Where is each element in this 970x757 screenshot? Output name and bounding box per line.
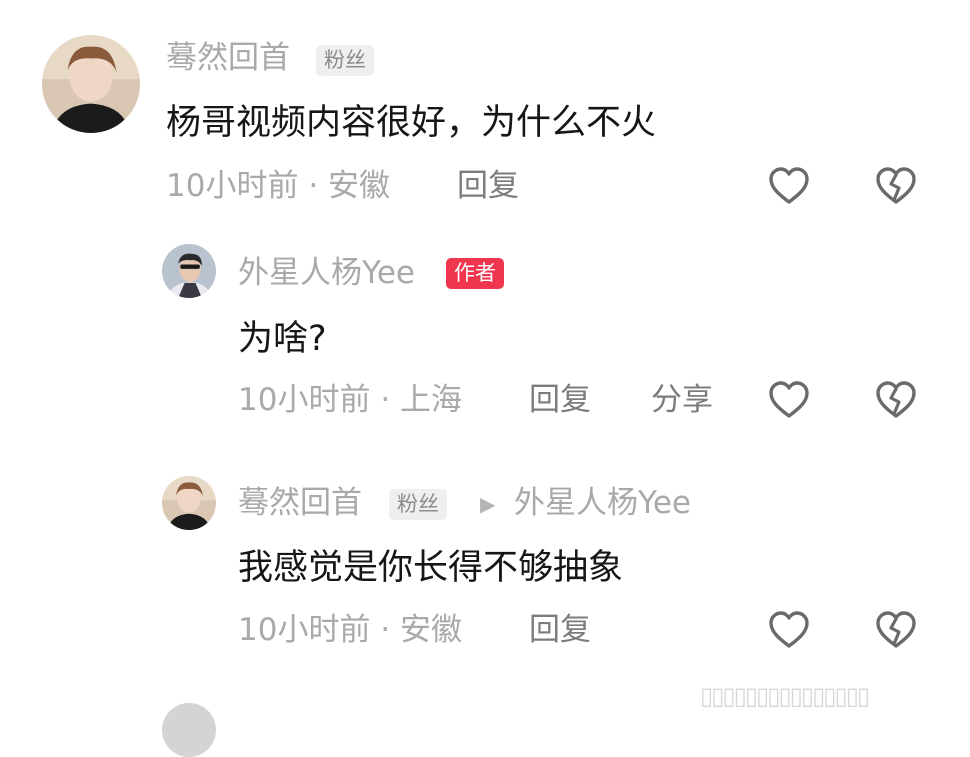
heart-icon[interactable] [767,610,811,650]
comment-time: 10小时前 [166,168,299,204]
avatar[interactable] [162,476,216,530]
reply-to-username[interactable]: 外星人杨Yee [514,488,691,519]
reply-button[interactable]: 回复 [457,171,519,202]
comment-location: 安徽 [328,168,391,204]
comment-meta: 10小时前 · 上海 [238,385,462,416]
avatar[interactable] [162,244,216,298]
reply-button[interactable]: 回复 [529,385,591,416]
author-badge: 作者 [446,258,504,289]
comment-text: 杨哥视频内容很好，为什么不火 [166,103,657,143]
comment-location: 安徽 [400,612,463,648]
comment-meta: 10小时前 · 安徽 [166,171,390,202]
comment-text: 我感觉是你长得不够抽象 [238,548,624,588]
broken-heart-icon[interactable] [874,380,918,420]
reply-arrow-icon: ▶ [480,492,496,516]
broken-heart-icon[interactable] [874,166,918,206]
comment-username[interactable]: 蓦然回首 [238,488,362,519]
avatar[interactable] [162,703,216,757]
watermark: ▯▯▯▯▯▯▯▯▯▯▯▯▯▯▯ [700,682,870,710]
comment-time: 10小时前 [238,612,371,648]
comment-location: 上海 [400,382,463,418]
user-avatar-image [162,476,216,530]
comment-time: 10小时前 [238,382,371,418]
fan-badge: 粉丝 [389,489,447,520]
avatar[interactable] [42,35,140,133]
share-button[interactable]: 分享 [651,385,713,416]
comment-meta: 10小时前 · 安徽 [238,615,462,646]
meta-separator: · [380,612,391,648]
comment-username[interactable]: 蓦然回首 [166,43,290,74]
author-avatar-image [162,244,216,298]
reply-button[interactable]: 回复 [529,615,591,646]
comment-username[interactable]: 外星人杨Yee [238,258,415,289]
user-avatar-image [42,35,140,133]
meta-separator: · [308,168,319,204]
heart-icon[interactable] [767,380,811,420]
comment-text: 为啥? [238,319,327,359]
heart-icon[interactable] [767,166,811,206]
fan-badge: 粉丝 [316,45,374,76]
broken-heart-icon[interactable] [874,610,918,650]
meta-separator: · [380,382,391,418]
